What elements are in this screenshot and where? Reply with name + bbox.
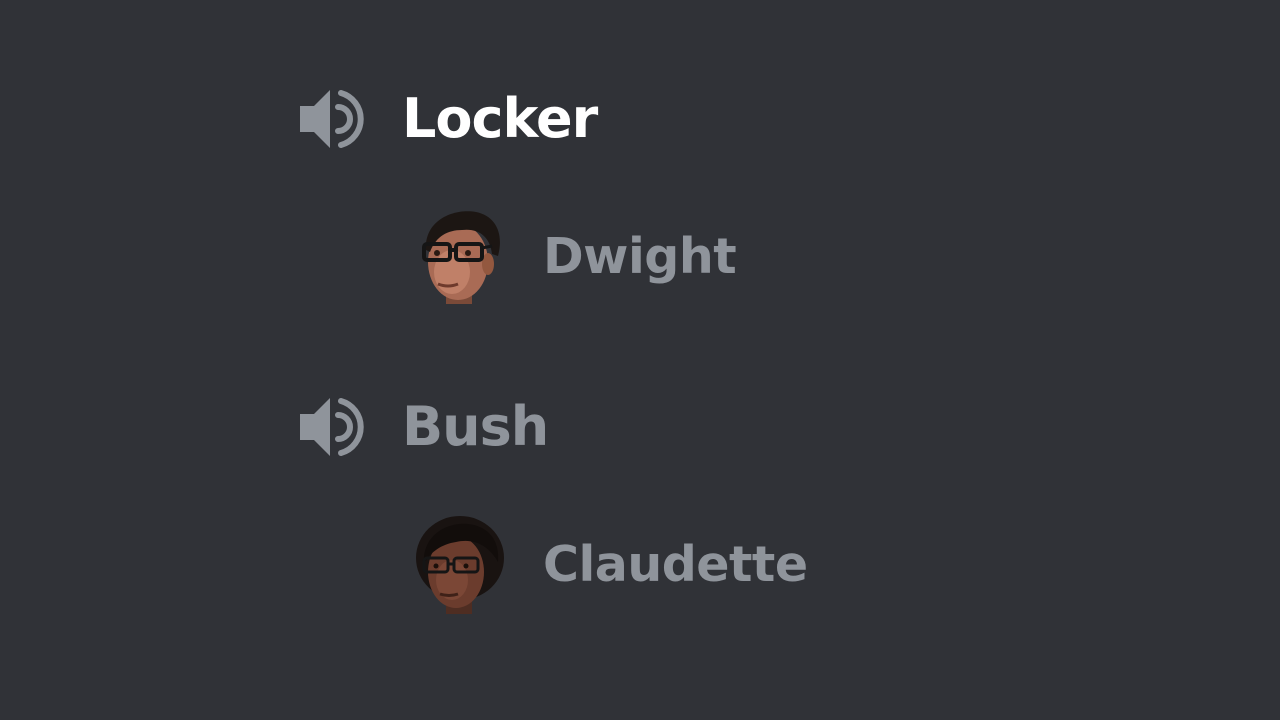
avatar: [412, 514, 506, 614]
speaker-icon: [298, 394, 368, 460]
member-name: Dwight: [543, 227, 737, 285]
channel-member-claudette[interactable]: Claudette: [412, 514, 808, 614]
voice-channel-bush[interactable]: Bush: [298, 394, 549, 460]
channel-member-dwight[interactable]: Dwight: [412, 206, 737, 306]
channel-name: Locker: [402, 87, 598, 150]
voice-channel-locker[interactable]: Locker: [298, 86, 598, 152]
avatar: [412, 206, 506, 306]
member-name: Claudette: [543, 535, 808, 593]
channel-name: Bush: [402, 395, 549, 458]
speaker-icon: [298, 86, 368, 152]
